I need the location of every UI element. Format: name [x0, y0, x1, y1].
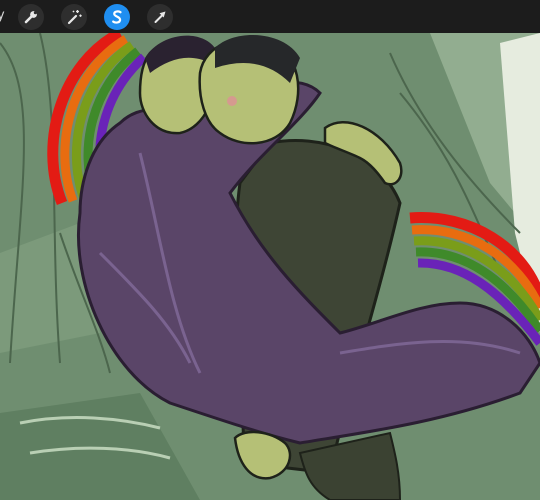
drawing-canvas[interactable]	[0, 33, 540, 500]
wrench-icon	[24, 11, 37, 24]
magic-wand-icon	[67, 10, 82, 25]
blush-mark	[227, 96, 237, 106]
actions-button[interactable]	[18, 4, 44, 30]
gallery-button[interactable]: y	[0, 8, 5, 23]
top-toolbar: y	[0, 0, 540, 33]
transform-button[interactable]	[147, 4, 173, 30]
selection-button[interactable]	[104, 4, 130, 30]
app-window: y	[0, 0, 540, 500]
arrow-cursor-icon	[154, 11, 166, 23]
adjustments-button[interactable]	[61, 4, 87, 30]
selection-s-icon	[112, 10, 122, 24]
